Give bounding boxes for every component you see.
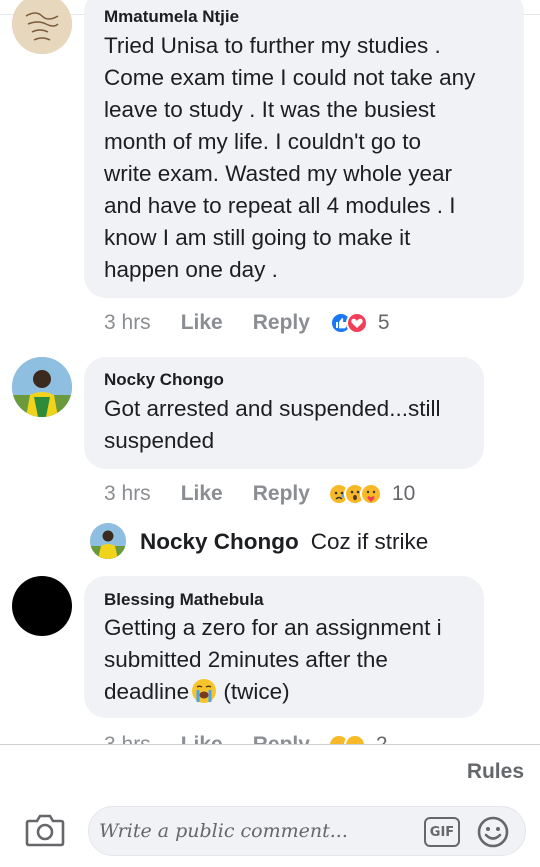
- reaction-count[interactable]: 5: [378, 311, 390, 335]
- avatar[interactable]: [12, 357, 72, 417]
- camera-button[interactable]: [24, 811, 66, 849]
- reply-author[interactable]: Nocky Chongo: [140, 529, 299, 555]
- comment-text: Got arrested and suspended...still suspe…: [104, 396, 441, 453]
- comment-input[interactable]: [99, 813, 399, 849]
- rules-link[interactable]: Rules: [467, 760, 524, 784]
- comment-text: Tried Unisa to further my studies . Come…: [104, 33, 476, 282]
- crying-emoji-icon: [191, 678, 217, 704]
- like-button[interactable]: Like: [181, 311, 223, 335]
- avatar[interactable]: [90, 523, 126, 559]
- reaction-count[interactable]: 10: [392, 482, 415, 506]
- comment-author[interactable]: Mmatumela Ntjie: [104, 7, 239, 27]
- care-reaction-icon: [359, 483, 382, 505]
- reactions-summary[interactable]: [329, 312, 368, 334]
- gif-button[interactable]: GIF: [424, 817, 460, 847]
- reactions-summary[interactable]: [327, 483, 382, 505]
- comment-actions: 3 hrs Like Reply 10: [104, 479, 415, 509]
- footer-divider: [0, 744, 540, 745]
- like-button[interactable]: Like: [181, 482, 223, 506]
- camera-icon: [25, 814, 65, 847]
- reply-preview[interactable]: Nocky Chongo Coz if strike: [140, 527, 428, 557]
- comment-composer: GIF: [88, 806, 526, 856]
- comment-author[interactable]: Nocky Chongo: [104, 370, 224, 390]
- comment-timestamp: 3 hrs: [104, 311, 151, 334]
- smiley-icon: [477, 816, 509, 848]
- comment-actions: 3 hrs Like Reply 5: [104, 308, 390, 338]
- comment-text: Getting a zero for an assignment i submi…: [104, 615, 442, 704]
- reply-text: Coz if strike: [310, 529, 429, 554]
- avatar[interactable]: [12, 576, 72, 636]
- reply-button[interactable]: Reply: [253, 482, 310, 506]
- emoji-button[interactable]: [476, 815, 510, 849]
- gif-label: GIF: [429, 824, 455, 840]
- comment-author[interactable]: Blessing Mathebula: [104, 590, 264, 610]
- reply-button[interactable]: Reply: [253, 311, 310, 335]
- avatar[interactable]: [12, 0, 72, 54]
- love-reaction-icon: [345, 312, 368, 334]
- comment-timestamp: 3 hrs: [104, 482, 151, 505]
